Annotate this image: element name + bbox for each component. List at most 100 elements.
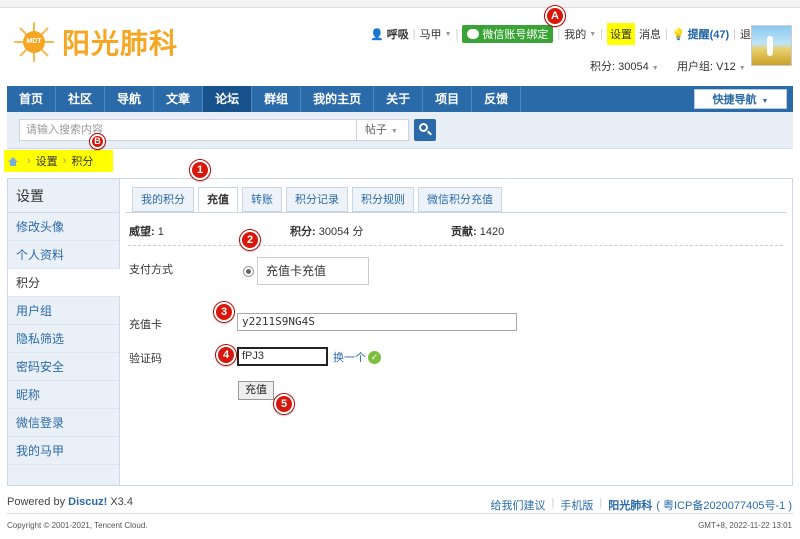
sidebar-item-privacy[interactable]: 隐私筛选 <box>8 325 119 353</box>
tab-points-rules[interactable]: 积分规则 <box>352 187 414 212</box>
user-group-label: 用户组: V12 <box>677 61 736 73</box>
sidebar-item-profile[interactable]: 个人资料 <box>8 241 119 269</box>
home-icon[interactable] <box>8 156 18 166</box>
chevron-down-icon: ▼ <box>391 128 398 135</box>
chevron-down-icon: ▼ <box>651 65 659 72</box>
sidebar-item-points[interactable]: 积分 <box>8 269 120 297</box>
captcha-refresh-link[interactable]: 换一个 ✓ <box>333 349 381 365</box>
user-icon: 👤 <box>370 28 384 41</box>
user-group-menu[interactable]: 用户组: V12 ▼ <box>677 58 746 74</box>
annotation-marker-2: 2 <box>240 230 260 250</box>
footer-copyright: Copyright © 2001-2021, Tencent Cloud. <box>7 521 148 530</box>
footer-version: X3.4 <box>107 496 133 508</box>
chevron-down-icon: ▼ <box>589 30 597 38</box>
settings-sidebar: 设置 修改头像 个人资料 积分 用户组 隐私筛选 密码安全 昵称 微信登录 我的… <box>7 178 120 486</box>
logo-badge: MDT <box>23 31 45 53</box>
browser-top-strip <box>0 0 800 8</box>
messages-link[interactable]: 消息 <box>639 26 661 42</box>
footer-time: GMT+8, 2022-11-22 13:01 <box>698 521 792 530</box>
search-input[interactable]: 请输入搜索内容 <box>19 119 357 141</box>
recharge-submit-button[interactable]: 充值 <box>238 381 274 400</box>
tab-recharge[interactable]: 充值 <box>198 187 238 212</box>
stat-points-label: 积分: <box>290 226 316 238</box>
nav-item-feedback[interactable]: 反馈 <box>472 86 522 112</box>
tab-wechat-recharge[interactable]: 微信积分充值 <box>418 187 502 212</box>
sidebar-item-usergroup[interactable]: 用户组 <box>8 297 119 325</box>
reminders-link[interactable]: 提醒(47) <box>688 26 730 42</box>
points-menu[interactable]: 积分: 30054 ▼ <box>590 58 659 74</box>
nav-item-home[interactable]: 首页 <box>7 86 57 112</box>
search-scope-select[interactable]: 帖子 ▼ <box>357 119 409 141</box>
breadcrumb-points: 积分 <box>71 156 94 168</box>
alt-account-link[interactable]: 马甲 <box>420 26 442 42</box>
avatar[interactable] <box>751 25 792 66</box>
nav-item-articles[interactable]: 文章 <box>154 86 204 112</box>
points-label: 积分: 30054 <box>590 61 649 73</box>
search-bar: 请输入搜索内容 帖子 ▼ <box>7 112 793 149</box>
main-panel: 我的积分 充值 转账 积分记录 积分规则 微信积分充值 威望: 1 积分: 30… <box>120 178 793 486</box>
sidebar-item-wechat-login[interactable]: 微信登录 <box>8 409 119 437</box>
pay-option-card[interactable]: 充值卡充值 <box>257 257 369 285</box>
annotation-marker-1: 1 <box>190 160 210 180</box>
nav-item-my-home[interactable]: 我的主页 <box>301 86 375 112</box>
chevron-down-icon: ▼ <box>444 30 452 38</box>
pay-method-radio[interactable] <box>243 266 254 277</box>
footer-link-mobile[interactable]: 手机版 <box>560 497 593 513</box>
sidebar-item-alt-accounts[interactable]: 我的马甲 <box>8 437 119 465</box>
points-tabs: 我的积分 充值 转账 积分记录 积分规则 微信积分充值 <box>132 187 506 212</box>
nav-item-about[interactable]: 关于 <box>374 86 424 112</box>
card-number-input[interactable]: y2211S9NG4S <box>237 313 517 331</box>
tab-my-points[interactable]: 我的积分 <box>132 187 194 212</box>
user-menu: 👤 呼吸 | 马甲 ▼ | 微信账号绑定 | 我的 ▼ | 设置 消息 | 💡 提醒… <box>370 23 762 45</box>
nav-item-navigation[interactable]: 导航 <box>105 86 155 112</box>
breadcrumb-settings[interactable]: 设置 <box>36 153 58 169</box>
mine-menu[interactable]: 我的 <box>564 26 586 42</box>
captcha-refresh-label: 换一个 <box>333 352 366 364</box>
nav-item-projects[interactable]: 项目 <box>423 86 473 112</box>
search-scope-label: 帖子 <box>365 124 387 136</box>
stat-contribution-value: 1420 <box>479 226 505 238</box>
logo-text: 阳光肺科 <box>62 28 179 59</box>
breadcrumb: › 设置 › 积分 <box>4 150 113 172</box>
annotation-marker-5: 5 <box>274 394 294 414</box>
tab-points-log[interactable]: 积分记录 <box>286 187 348 212</box>
footer-link-site[interactable]: 阳光肺科 <box>608 497 652 513</box>
stat-prestige-value: 1 <box>157 226 164 238</box>
settings-link[interactable]: 设置 <box>607 23 636 45</box>
sidebar-item-password[interactable]: 密码安全 <box>8 353 119 381</box>
sidebar-title: 设置 <box>8 179 119 213</box>
annotation-marker-b: B <box>90 134 105 149</box>
stat-contribution: 贡献: 1420 <box>451 223 504 239</box>
chevron-down-icon: ▼ <box>761 98 769 105</box>
footer-powered-label: Powered by <box>7 496 69 508</box>
stat-contribution-label: 贡献: <box>451 226 477 238</box>
discuz-link[interactable]: Discuz! <box>68 496 107 508</box>
nav-item-groups[interactable]: 群组 <box>252 86 302 112</box>
captcha-label: 验证码 <box>129 353 162 365</box>
quick-nav-label: 快捷导航 <box>712 94 757 106</box>
annotation-marker-4: 4 <box>216 345 236 365</box>
footer-link-icp[interactable]: ( 粤ICP备2020077405号-1 ) <box>656 497 792 513</box>
footer-links: 给我们建议 | 手机版 | 阳光肺科 ( 粤ICP备2020077405号-1 ) <box>490 497 792 513</box>
chevron-down-icon: ▼ <box>738 65 746 72</box>
pay-method-label: 支付方式 <box>129 264 173 276</box>
main-nav: 首页 社区 导航 文章 论坛 群组 我的主页 关于 项目 反馈 <box>7 86 793 112</box>
captcha-input[interactable]: fPJ3 <box>237 347 328 366</box>
search-button[interactable] <box>414 119 436 141</box>
nav-item-community[interactable]: 社区 <box>56 86 106 112</box>
sidebar-item-nickname[interactable]: 昵称 <box>8 381 119 409</box>
stat-prestige-label: 威望: <box>129 226 155 238</box>
site-logo[interactable]: MDT 阳光肺科 <box>14 22 178 62</box>
sun-logo-icon: MDT <box>14 22 54 62</box>
sidebar-item-avatar[interactable]: 修改头像 <box>8 213 119 241</box>
nav-item-forum[interactable]: 论坛 <box>203 86 253 112</box>
bulb-icon: 💡 <box>671 28 686 41</box>
stat-prestige: 威望: 1 <box>129 223 164 239</box>
tab-transfer[interactable]: 转账 <box>242 187 282 212</box>
wechat-bind-button[interactable]: 微信账号绑定 <box>462 25 554 43</box>
annotation-marker-3: 3 <box>214 302 234 322</box>
quick-nav-button[interactable]: 快捷导航 ▼ <box>694 89 787 109</box>
wechat-bind-label: 微信账号绑定 <box>482 29 549 41</box>
footer-link-suggest[interactable]: 给我们建议 <box>491 497 546 513</box>
username-link[interactable]: 呼吸 <box>387 26 409 42</box>
